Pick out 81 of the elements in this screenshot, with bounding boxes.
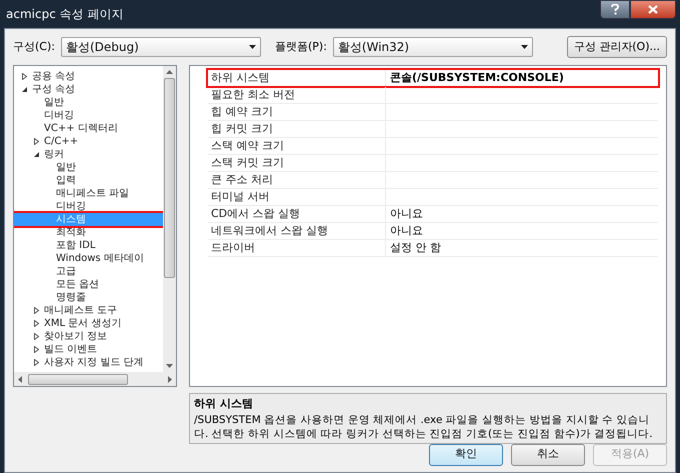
configuration-manager-button[interactable]: 구성 관리자(O)... — [566, 36, 667, 58]
tree-item[interactable]: 매니페스트 파일 — [14, 187, 163, 200]
property-row[interactable]: 힙 커밋 크기 — [208, 121, 658, 137]
property-value: 아니요 — [389, 206, 423, 222]
configuration-label: 구성(C): — [13, 38, 55, 55]
dropdown-value: 활성(Debug) — [66, 39, 139, 56]
tree-item[interactable]: 공용 속성 — [14, 70, 163, 83]
dialog-button[interactable]: 취소 — [511, 444, 585, 466]
property-row[interactable]: 스택 예약 크기 — [208, 138, 658, 154]
dropdown[interactable]: 활성(Debug) — [60, 37, 261, 57]
property-row[interactable]: CD에서 스왑 실행 아니요 — [208, 206, 658, 222]
property-name: 힙 커밋 크기 — [208, 121, 386, 137]
scroll-thumb[interactable] — [28, 374, 128, 384]
tree-item[interactable]: 빌드 이벤트 — [14, 343, 163, 356]
scroll-right-icon[interactable] — [166, 376, 174, 382]
close-icon — [648, 5, 658, 14]
property-name: 스택 커밋 크기 — [208, 155, 386, 171]
property-value: 아니요 — [389, 223, 423, 239]
tree-item[interactable]: 일반 — [14, 96, 163, 109]
tree-item[interactable]: 링커 — [14, 148, 163, 161]
tree-item[interactable]: 입력 — [14, 174, 163, 187]
property-name: 하위 시스템 — [208, 70, 386, 86]
tree-item[interactable]: 명령줄 — [14, 291, 163, 304]
dropdown-arrow-icon — [248, 45, 256, 49]
horizontal-scrollbar[interactable] — [14, 372, 176, 386]
description-text: /SUBSYSTEM 옵션을 사용하면 운영 체제에서 .exe 파일을 실행하는 방법을 지시할 수 있습니다. 선택한 하위 시스템에 따라 링커가 선택하는 진입점 기호(또는 진입점 함수)가 결정됩니다. — [194, 412, 654, 440]
collapsed-triangle-icon[interactable] — [20, 73, 28, 80]
property-row[interactable]: 큰 주소 처리 — [208, 172, 658, 188]
tree-item[interactable]: 사용자 지정 빌드 단계 — [14, 356, 163, 369]
vertical-scrollbar[interactable] — [163, 66, 176, 372]
property-name: 네트워크에서 스왑 실행 — [208, 223, 386, 239]
property-value: 콘솔(/SUBSYSTEM:CONSOLE) — [389, 70, 564, 86]
collapsed-triangle-icon[interactable] — [32, 333, 40, 340]
property-name: 큰 주소 처리 — [208, 172, 386, 188]
dropdown[interactable]: 활성(Win32) — [332, 37, 533, 57]
property-row[interactable]: 필요한 최소 버전 — [208, 87, 658, 103]
help-icon — [611, 4, 619, 15]
tree-item[interactable]: XML 문서 생성기 — [14, 317, 163, 330]
tree-item[interactable]: 최적화 — [14, 226, 163, 239]
tree-item[interactable]: 고급 — [14, 265, 163, 278]
tree-item[interactable]: 포함 IDL — [14, 239, 163, 252]
tree-item[interactable]: 디버깅 — [14, 200, 163, 213]
collapsed-triangle-icon[interactable] — [32, 320, 40, 327]
close-button[interactable] — [630, 0, 676, 19]
expanded-triangle-icon[interactable] — [32, 151, 40, 158]
property-name: CD에서 스왑 실행 — [208, 206, 386, 222]
tree-item[interactable]: Windows 메타데이 — [14, 252, 163, 265]
scroll-left-icon[interactable] — [16, 376, 24, 382]
tree-item[interactable]: 구성 속성 — [14, 83, 163, 96]
expanded-triangle-icon[interactable] — [20, 86, 28, 93]
collapsed-triangle-icon[interactable] — [32, 346, 40, 353]
property-row[interactable]: 힙 예약 크기 — [208, 104, 658, 120]
property-row[interactable]: 터미널 서버 — [208, 189, 658, 205]
property-row[interactable]: 네트워크에서 스왑 실행 아니요 — [208, 223, 658, 239]
property-name: 힙 예약 크기 — [208, 104, 386, 120]
dropdown-value: 활성(Win32) — [338, 39, 410, 56]
window-title: acmicpc 속성 페이지 — [6, 6, 124, 23]
collapsed-triangle-icon[interactable] — [32, 307, 40, 314]
tree-item[interactable]: 매니페스트 도구 — [14, 304, 163, 317]
dropdown-arrow-icon — [520, 45, 528, 49]
help-button[interactable] — [600, 0, 630, 19]
collapsed-triangle-icon[interactable] — [32, 359, 40, 366]
property-name: 드라이버 — [208, 240, 386, 256]
tree-item[interactable]: 디버깅 — [14, 109, 163, 122]
property-name: 필요한 최소 버전 — [208, 87, 386, 103]
tree-item[interactable]: 일반 — [14, 161, 163, 174]
tree-item[interactable]: 찾아보기 정보 — [14, 330, 163, 343]
property-name: 스택 예약 크기 — [208, 138, 386, 154]
tree-item[interactable]: C/C++ — [14, 135, 163, 148]
property-value: 설정 안 함 — [389, 240, 441, 256]
dialog-button[interactable]: 확인 — [429, 444, 503, 466]
property-row[interactable]: 스택 커밋 크기 — [208, 155, 658, 171]
tree-item[interactable]: VC++ 디렉터리 — [14, 122, 163, 135]
platform-label: 플랫폼(P): — [274, 38, 327, 55]
property-row[interactable]: 하위 시스템 콘솔(/SUBSYSTEM:CONSOLE) — [208, 70, 658, 86]
property-name: 터미널 서버 — [208, 189, 386, 205]
scroll-thumb[interactable] — [164, 78, 175, 278]
description-title: 하위 시스템 — [194, 396, 254, 412]
collapsed-triangle-icon[interactable] — [32, 138, 40, 145]
property-row[interactable]: 드라이버 설정 안 함 — [208, 240, 658, 256]
tree-item[interactable]: 모든 옵션 — [14, 278, 163, 291]
